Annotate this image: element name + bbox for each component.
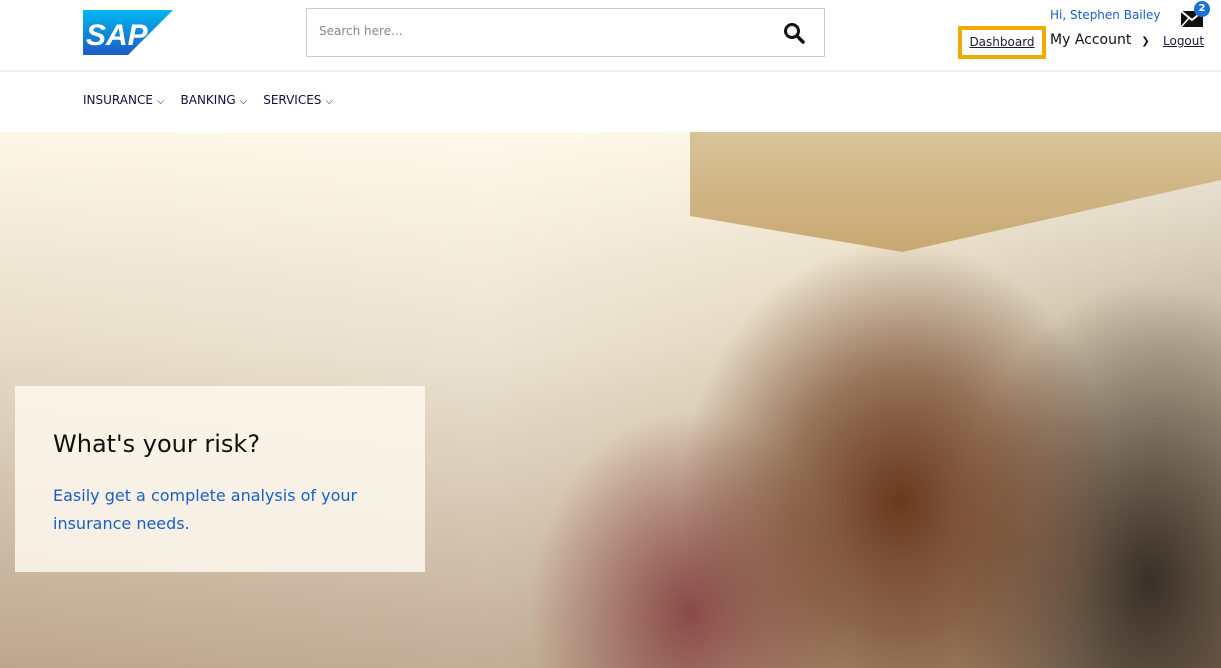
search-input[interactable]	[319, 24, 759, 38]
nav-item-insurance[interactable]: INSURANCE ⌵	[83, 93, 165, 107]
nav-label: BANKING	[180, 93, 236, 107]
logout-link[interactable]: Logout	[1163, 34, 1204, 48]
dashboard-link[interactable]: Dashboard	[958, 26, 1046, 59]
nav-label: SERVICES	[263, 93, 322, 107]
chevron-down-icon: ⌵	[156, 96, 165, 107]
hero-image-awning	[690, 132, 1221, 252]
main-nav: INSURANCE ⌵ BANKING ⌵ SERVICES ⌵	[83, 93, 333, 107]
search-icon[interactable]	[782, 21, 806, 45]
sap-logo[interactable]: SAP	[83, 10, 173, 55]
nav-label: INSURANCE	[83, 93, 153, 107]
chevron-down-icon: ❯	[1141, 36, 1150, 47]
nav-item-services[interactable]: SERVICES ⌵	[263, 93, 333, 107]
mail-count-badge: 2	[1194, 1, 1210, 17]
hero-subtitle[interactable]: Easily get a complete analysis of your i…	[53, 482, 383, 538]
hero-title: What's your risk?	[53, 430, 261, 458]
my-account-label: My Account	[1050, 32, 1132, 48]
chevron-down-icon: ⌵	[325, 96, 334, 107]
hero-card[interactable]: What's your risk? Easily get a complete …	[15, 386, 425, 572]
greeting: Hi, Stephen Bailey	[1050, 8, 1161, 22]
my-account-dropdown[interactable]: My Account ❯	[1050, 32, 1150, 48]
search-box	[306, 8, 825, 57]
header: SAP Hi, Stephen Bailey 2 Dashboard My Ac…	[0, 0, 1221, 72]
nav-item-banking[interactable]: BANKING ⌵	[181, 93, 248, 107]
chevron-down-icon: ⌵	[239, 96, 248, 107]
hero-banner: What's your risk? Easily get a complete …	[0, 132, 1221, 668]
svg-text:SAP: SAP	[86, 19, 149, 52]
